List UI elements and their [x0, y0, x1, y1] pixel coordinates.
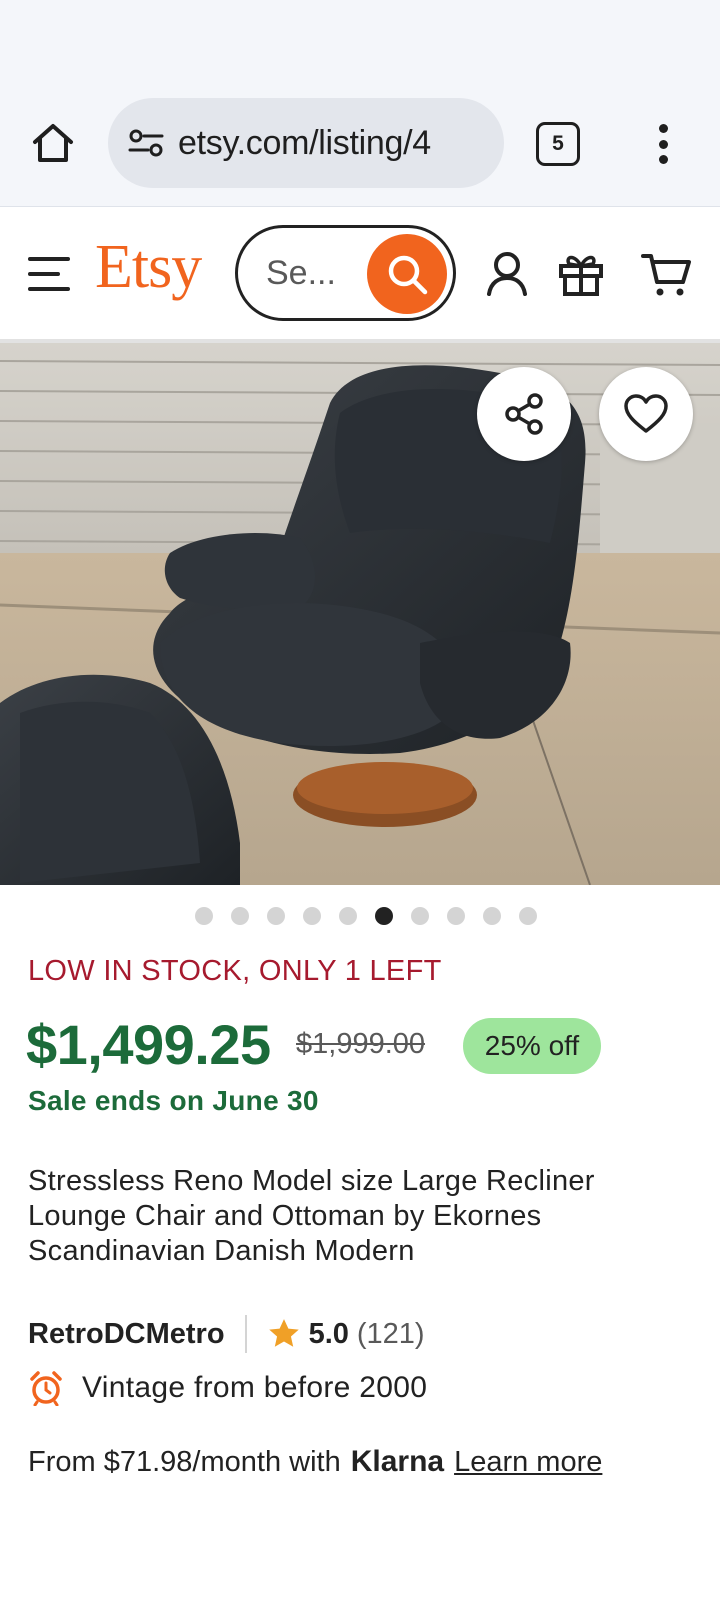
menu-dot-icon	[658, 155, 668, 164]
carousel-dot[interactable]	[519, 907, 537, 925]
carousel-dot[interactable]	[411, 907, 429, 925]
search-icon	[388, 255, 428, 295]
search-button[interactable]	[367, 234, 447, 314]
shop-name-link[interactable]: RetroDCMetro	[28, 1318, 225, 1351]
favorite-button[interactable]	[599, 367, 693, 461]
etsy-logo[interactable]: Etsy	[95, 233, 202, 301]
carousel-dot[interactable]	[267, 907, 285, 925]
gift-button[interactable]	[554, 247, 608, 301]
hamburger-menu-icon[interactable]	[28, 257, 70, 291]
site-header: Etsy Se...	[0, 207, 720, 343]
vintage-row: Vintage from before 2000	[28, 1366, 427, 1410]
carousel-dot[interactable]	[483, 907, 501, 925]
browser-menu-button[interactable]	[648, 120, 678, 168]
search-placeholder: Se...	[266, 253, 336, 292]
menu-dot-icon	[658, 139, 668, 149]
tab-switcher-button[interactable]: 5	[536, 122, 580, 166]
divider	[244, 1315, 247, 1353]
product-title: Stressless Reno Model size Large Recline…	[28, 1165, 595, 1267]
review-count[interactable]: (121)	[357, 1318, 425, 1351]
original-price: $1,999.00	[296, 1028, 426, 1060]
url-text: etsy.com/listing/4	[178, 123, 431, 162]
address-bar[interactable]: etsy.com/listing/4	[108, 98, 504, 188]
carousel-dot[interactable]	[195, 907, 213, 925]
search-input[interactable]: Se...	[235, 225, 456, 321]
financing-row: From $71.98/month with Klarna Learn more	[28, 1440, 602, 1484]
carousel-dot[interactable]	[339, 907, 357, 925]
carousel-dot[interactable]	[447, 907, 465, 925]
vintage-label: Vintage from before 2000	[82, 1371, 428, 1404]
seller-row: RetroDCMetro 5.0 (121)	[28, 1312, 425, 1356]
share-button[interactable]	[477, 367, 571, 461]
home-button[interactable]	[28, 118, 78, 168]
status-bar-area	[0, 0, 720, 92]
sale-ends-text: Sale ends on June 30	[28, 1085, 319, 1116]
financing-text: From $71.98/month with	[28, 1445, 341, 1478]
shop-rating[interactable]: 5.0	[309, 1318, 349, 1351]
cart-icon	[641, 254, 691, 296]
sale-price: $1,499.25	[26, 1013, 271, 1076]
klarna-logo: Klarna	[350, 1445, 445, 1478]
alarm-clock-icon	[30, 1371, 62, 1406]
carousel-dot[interactable]	[231, 907, 249, 925]
heart-icon	[624, 394, 668, 433]
share-icon	[505, 393, 543, 435]
product-image[interactable]	[0, 343, 720, 885]
star-icon	[268, 1319, 299, 1347]
carousel-dot[interactable]	[303, 907, 321, 925]
carousel-dot-active[interactable]	[375, 907, 393, 925]
gift-icon	[559, 255, 603, 296]
home-icon	[33, 124, 73, 162]
learn-more-link[interactable]: Learn more	[454, 1446, 602, 1479]
site-settings-icon[interactable]	[126, 123, 166, 163]
user-icon	[487, 252, 527, 296]
discount-badge: 25% off	[463, 1018, 601, 1074]
account-button[interactable]	[480, 247, 534, 301]
stock-notice: LOW IN STOCK, ONLY 1 LEFT	[28, 955, 442, 987]
image-carousel-dots[interactable]	[0, 907, 720, 927]
cart-button[interactable]	[640, 247, 694, 301]
menu-dot-icon	[658, 124, 668, 133]
